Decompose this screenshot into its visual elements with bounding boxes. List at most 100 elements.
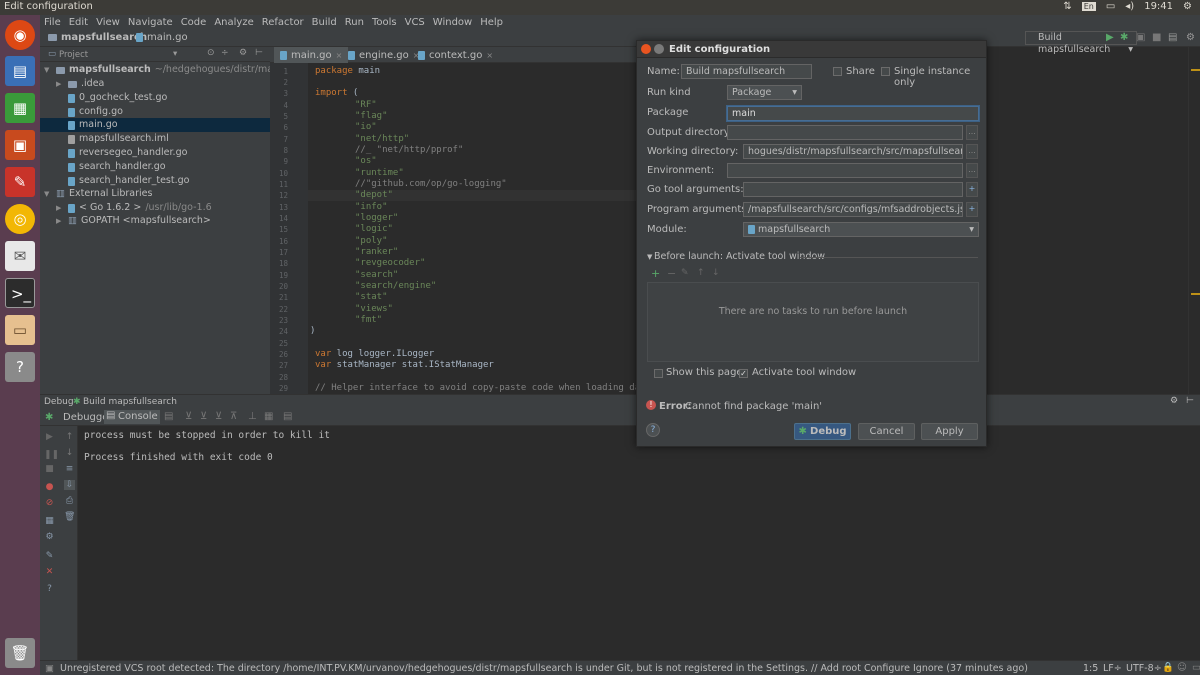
system-settings-icon[interactable]: ✎ xyxy=(5,167,35,197)
close-window-icon[interactable] xyxy=(641,44,651,54)
go-tool-arguments-field[interactable] xyxy=(743,182,963,197)
vcs-icon[interactable]: ▤ xyxy=(1168,32,1177,43)
stop-icon[interactable]: ■ xyxy=(44,464,55,474)
menu-help[interactable]: Help xyxy=(480,17,503,28)
print-icon[interactable]: ⎙ xyxy=(64,496,75,506)
browse-button[interactable]: ... xyxy=(966,144,978,159)
tree-item-selected[interactable]: main.go xyxy=(68,118,118,132)
volume-icon[interactable]: ◂) xyxy=(1125,1,1134,12)
tab-console[interactable]: ▤ Console xyxy=(104,410,160,424)
breadcrumb-file[interactable]: main.go xyxy=(136,32,188,43)
menu-analyze[interactable]: Analyze xyxy=(214,17,253,28)
menu-code[interactable]: Code xyxy=(181,17,207,28)
console-output[interactable]: process must be stopped in order to kill… xyxy=(78,426,1200,660)
help-icon[interactable]: ? xyxy=(44,584,55,594)
help-button[interactable]: ? xyxy=(646,423,660,437)
file-encoding[interactable]: UTF-8÷ xyxy=(1126,663,1162,674)
run-kind-select[interactable]: Package ▾ xyxy=(727,85,802,100)
tool-windows-icon[interactable]: ▣ xyxy=(45,663,54,674)
run-icon[interactable]: ▶ xyxy=(1106,32,1114,43)
browse-button[interactable]: ... xyxy=(966,125,978,140)
tree-item[interactable]: mapsfullsearch.iml xyxy=(68,132,169,146)
files-icon[interactable]: ▭ xyxy=(5,315,35,345)
step-out-icon[interactable]: ⊼ xyxy=(230,411,237,422)
menu-build[interactable]: Build xyxy=(312,17,337,28)
evaluate-icon[interactable]: ▦ xyxy=(264,411,273,422)
close-icon[interactable]: ✕ xyxy=(44,567,55,577)
move-down-icon[interactable]: ↓ xyxy=(712,268,720,278)
expand-button[interactable]: + xyxy=(966,202,978,217)
event-log-icon[interactable]: ▭ xyxy=(1192,662,1200,673)
module-select[interactable]: mapsfullsearch ▾ xyxy=(743,222,979,237)
menu-run[interactable]: Run xyxy=(345,17,364,28)
settings-icon[interactable]: ⚙ xyxy=(44,532,55,542)
tree-item[interactable]: reversegeo_handler.go xyxy=(68,146,187,160)
tree-go-sdk[interactable]: ▶ < Go 1.6.2 > /usr/lib/go-1.6 xyxy=(56,201,212,215)
package-field[interactable]: main xyxy=(727,106,979,121)
menu-navigate[interactable]: Navigate xyxy=(128,17,173,28)
stop-icon[interactable]: ■ xyxy=(1152,32,1161,43)
output-directory-field[interactable] xyxy=(727,125,963,140)
expand-button[interactable]: + xyxy=(966,182,978,197)
close-icon[interactable]: × xyxy=(486,51,493,60)
settings-icon[interactable]: ⚙ xyxy=(1186,32,1195,43)
apply-button[interactable]: Apply xyxy=(921,423,978,440)
rerun-icon[interactable]: ✱ xyxy=(45,412,53,423)
environment-field[interactable] xyxy=(727,163,963,178)
name-field[interactable]: Build mapsfullsearch xyxy=(681,64,812,79)
remove-task-icon[interactable]: − xyxy=(667,267,676,280)
menu-view[interactable]: View xyxy=(96,17,120,28)
single-instance-checkbox[interactable] xyxy=(881,67,890,76)
step-over-icon[interactable]: ⊻ xyxy=(185,411,192,422)
up-arrow-icon[interactable]: ↑ xyxy=(64,432,75,442)
menu-tools[interactable]: Tools xyxy=(372,17,397,28)
trash-icon[interactable]: 🗑 xyxy=(5,638,35,668)
minimize-window-icon[interactable] xyxy=(654,44,664,54)
debug-icon[interactable]: ✱ xyxy=(1120,32,1128,43)
pin-icon[interactable]: ✎ xyxy=(44,551,55,561)
soft-wrap-icon[interactable]: ≡ xyxy=(64,464,75,474)
gear-icon[interactable]: ⚙ xyxy=(1170,396,1178,406)
frames-icon[interactable]: ▤ xyxy=(283,411,292,422)
add-task-icon[interactable]: + xyxy=(651,267,660,280)
battery-icon[interactable]: ▭ xyxy=(1106,1,1115,12)
move-up-icon[interactable]: ↑ xyxy=(697,268,705,278)
clock[interactable]: 19:41 xyxy=(1144,1,1173,12)
mail-icon[interactable]: ✉ xyxy=(5,241,35,271)
impress-icon[interactable]: ▣ xyxy=(5,130,35,160)
line-separator[interactable]: LF÷ xyxy=(1103,663,1122,674)
step-icon[interactable]: ▤ xyxy=(164,411,173,422)
menu-file[interactable]: File xyxy=(44,17,61,28)
scroll-to-end-icon[interactable]: ⇩ xyxy=(64,480,75,490)
tree-root[interactable]: ▼ mapsfullsearch ~/hedgehogues/distr/map… xyxy=(44,63,299,77)
tree-item[interactable]: search_handler.go xyxy=(68,160,166,174)
coverage-icon[interactable]: ▣ xyxy=(1136,32,1145,43)
before-launch-task-list[interactable]: There are no tasks to run before launch xyxy=(647,282,979,362)
resume-icon[interactable]: ▶ xyxy=(44,432,55,442)
down-arrow-icon[interactable]: ↓ xyxy=(64,448,75,458)
menu-edit[interactable]: Edit xyxy=(69,17,88,28)
run-to-cursor-icon[interactable]: ⊥ xyxy=(248,411,257,422)
network-icon[interactable]: ⇅ xyxy=(1063,1,1071,12)
scroll-from-source-icon[interactable]: ⊙ xyxy=(207,48,215,58)
power-gear-icon[interactable]: ⚙ xyxy=(1183,1,1192,12)
tree-gopath[interactable]: ▶ ▥ GOPATH <mapsfullsearch> xyxy=(56,214,211,228)
caret-position[interactable]: 1:5 xyxy=(1083,663,1098,674)
ubuntu-dash-icon[interactable]: ◉ xyxy=(5,20,35,50)
breakpoints-icon[interactable]: ● xyxy=(44,482,55,492)
collapse-icon[interactable]: ÷ xyxy=(221,48,229,58)
clear-icon[interactable]: 🗑 xyxy=(64,512,75,522)
tab-main-go[interactable]: main.go × xyxy=(274,47,349,63)
hide-icon[interactable]: ⊢ xyxy=(1186,396,1194,406)
activate-tool-window-checkbox[interactable]: ✓ xyxy=(739,369,748,378)
menu-vcs[interactable]: VCS xyxy=(405,17,425,28)
pause-icon[interactable]: ❚❚ xyxy=(44,450,59,460)
debug-button[interactable]: ✱ Debug xyxy=(794,423,851,440)
show-this-page-checkbox[interactable] xyxy=(654,369,663,378)
terminal-icon[interactable]: >_ xyxy=(5,278,35,308)
dropdown-icon[interactable]: ▾ xyxy=(173,49,177,59)
hide-icon[interactable]: ⊢ xyxy=(255,48,263,58)
chrome-icon[interactable]: ◎ xyxy=(5,204,35,234)
tree-item[interactable]: config.go xyxy=(68,105,123,119)
working-directory-field[interactable]: hogues/distr/mapsfullsearch/src/mapsfull… xyxy=(743,144,963,159)
